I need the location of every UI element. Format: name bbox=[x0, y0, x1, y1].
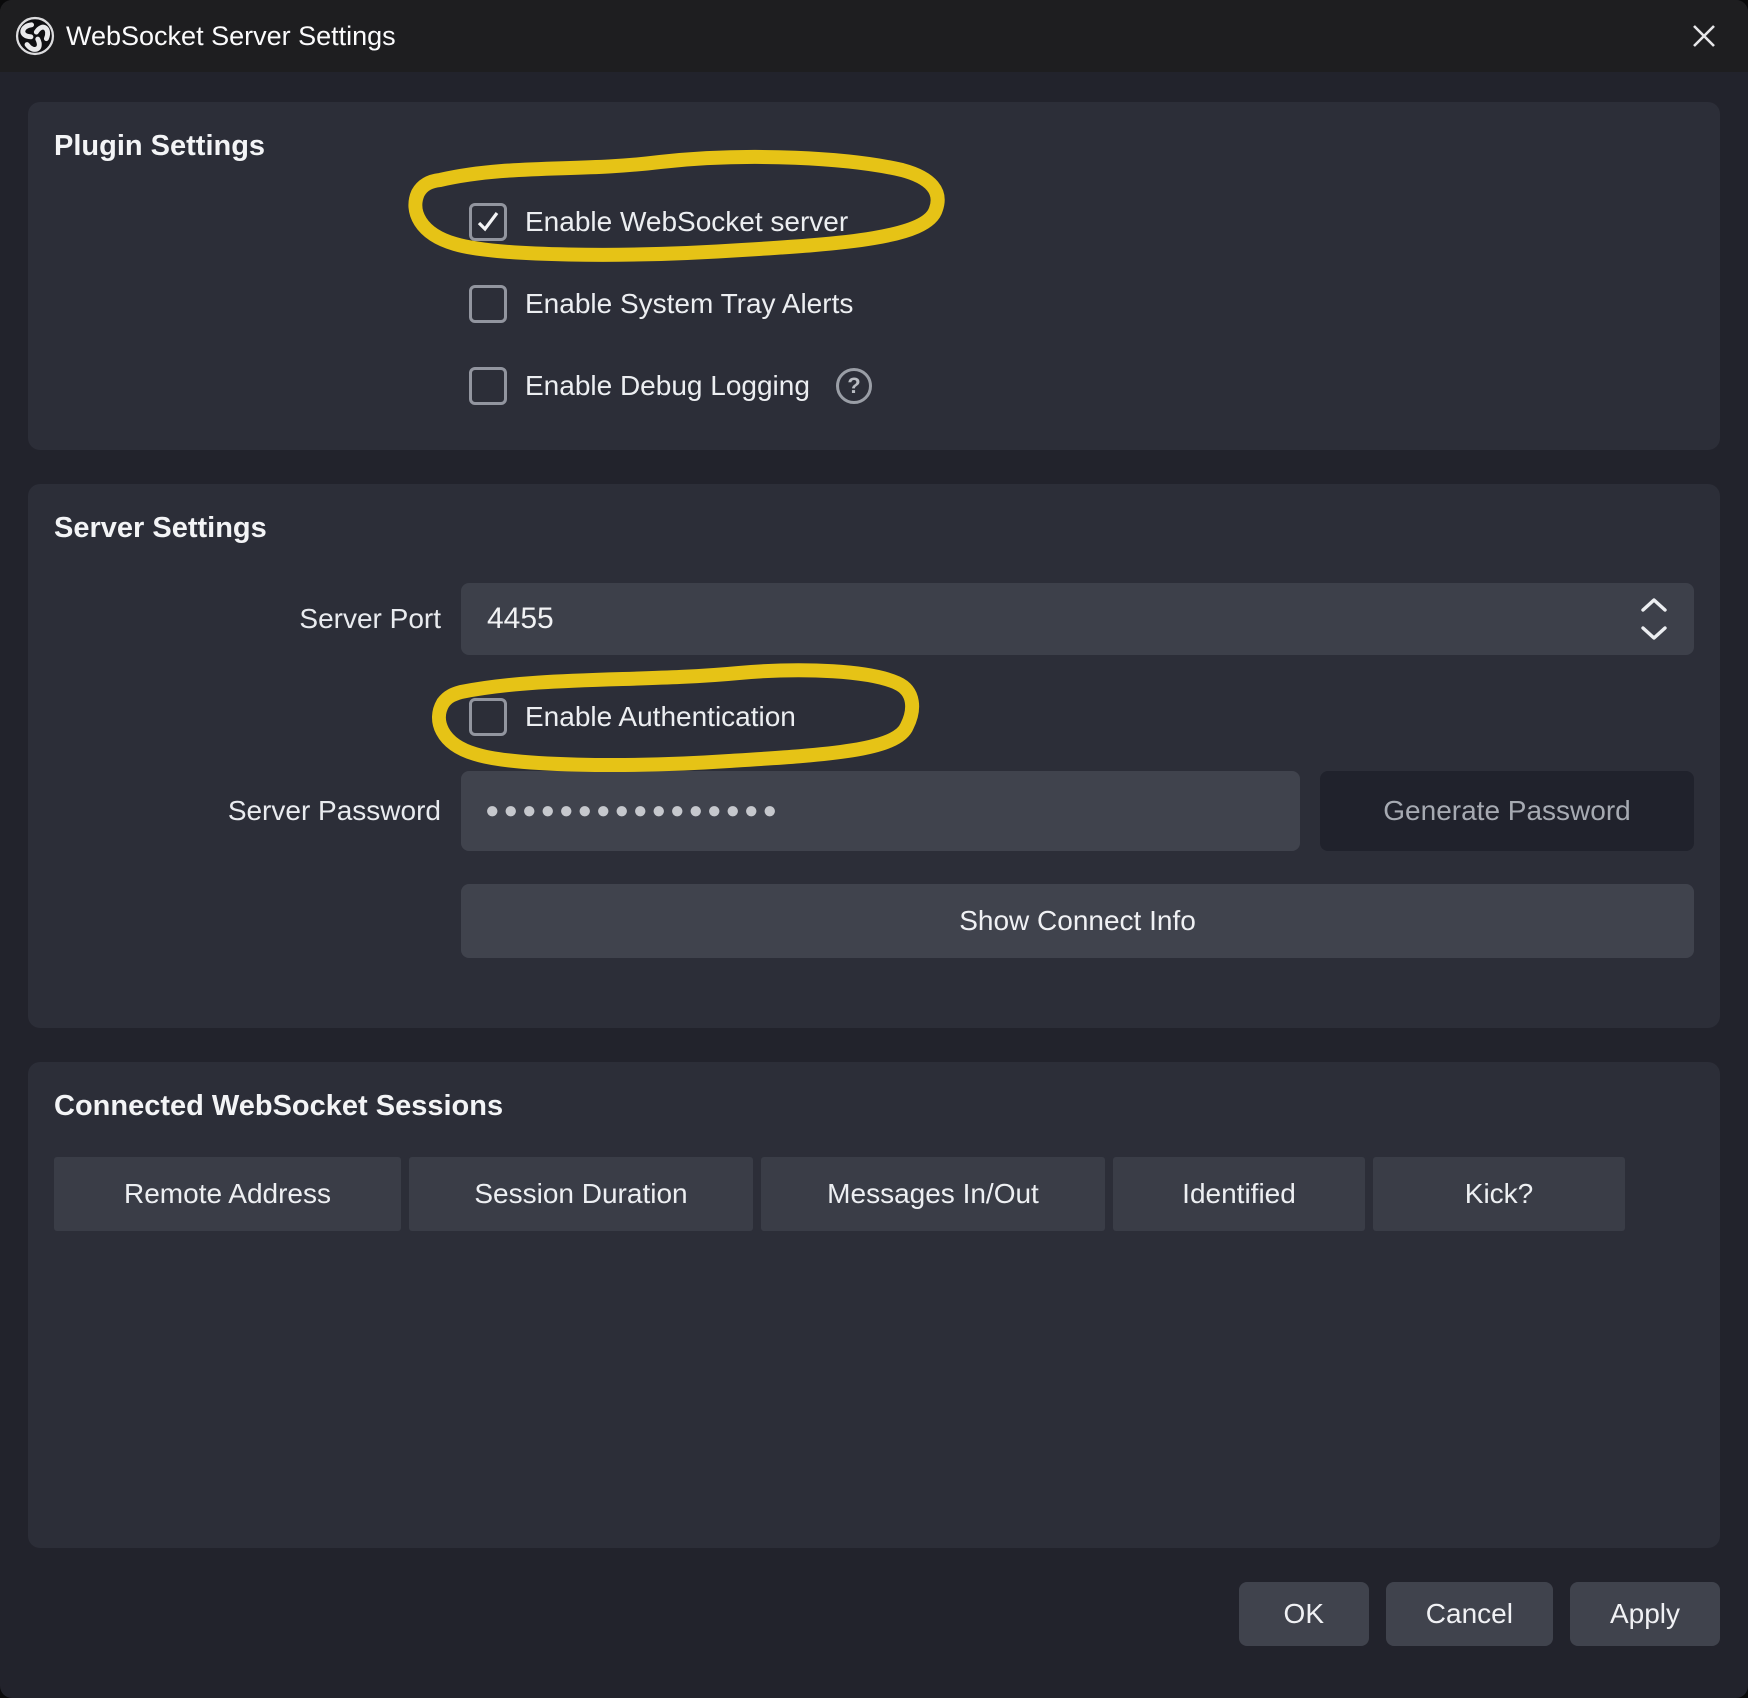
port-spinner bbox=[1640, 583, 1668, 655]
enable-debug-logging-label: Enable Debug Logging bbox=[525, 370, 810, 402]
plugin-settings-section: Plugin Settings Enable WebSocket server … bbox=[28, 102, 1720, 450]
enable-authentication-checkbox-row[interactable]: Enable Authentication bbox=[469, 693, 1694, 741]
enable-authentication-label: Enable Authentication bbox=[525, 701, 796, 733]
apply-button[interactable]: Apply bbox=[1570, 1582, 1720, 1646]
dialog-content: Plugin Settings Enable WebSocket server … bbox=[0, 72, 1748, 1646]
ok-button[interactable]: OK bbox=[1239, 1582, 1369, 1646]
column-header-identified[interactable]: Identified bbox=[1113, 1157, 1365, 1231]
checkbox-unchecked-icon bbox=[469, 285, 507, 323]
checkbox-unchecked-icon bbox=[469, 698, 507, 736]
enable-system-tray-alerts-checkbox-row[interactable]: Enable System Tray Alerts bbox=[469, 280, 1694, 328]
close-icon bbox=[1690, 22, 1718, 50]
server-port-row: Server Port 4455 bbox=[54, 583, 1694, 655]
dialog-footer: OK Cancel Apply bbox=[28, 1582, 1720, 1646]
server-settings-heading: Server Settings bbox=[54, 510, 1694, 546]
server-password-row: Server Password ●●●●●●●●●●●●●●●● Generat… bbox=[54, 771, 1694, 851]
auth-rows: Enable Authentication bbox=[54, 693, 1694, 741]
server-password-masked-value: ●●●●●●●●●●●●●●●● bbox=[485, 797, 781, 825]
connected-sessions-heading: Connected WebSocket Sessions bbox=[54, 1088, 1694, 1124]
port-increment-button[interactable] bbox=[1640, 597, 1668, 612]
server-password-label: Server Password bbox=[54, 795, 441, 827]
plugin-settings-rows: Enable WebSocket server Enable System Tr… bbox=[54, 198, 1694, 410]
show-connect-info-row: Show Connect Info bbox=[54, 884, 1694, 958]
checkbox-unchecked-icon bbox=[469, 367, 507, 405]
server-password-input[interactable]: ●●●●●●●●●●●●●●●● bbox=[461, 771, 1300, 851]
enable-system-tray-alerts-label: Enable System Tray Alerts bbox=[525, 288, 853, 320]
enable-websocket-server-label: Enable WebSocket server bbox=[525, 206, 848, 238]
plugin-settings-heading: Plugin Settings bbox=[54, 128, 1694, 164]
show-connect-info-button[interactable]: Show Connect Info bbox=[461, 884, 1694, 958]
websocket-server-settings-dialog: WebSocket Server Settings Plugin Setting… bbox=[0, 0, 1748, 1698]
obs-logo-icon bbox=[14, 15, 56, 57]
sessions-table-header: Remote Address Session Duration Messages… bbox=[54, 1157, 1694, 1231]
window-title: WebSocket Server Settings bbox=[66, 21, 396, 52]
column-header-messages-in-out[interactable]: Messages In/Out bbox=[761, 1157, 1105, 1231]
titlebar: WebSocket Server Settings bbox=[0, 0, 1748, 72]
column-header-remote-address[interactable]: Remote Address bbox=[54, 1157, 401, 1231]
connected-sessions-section: Connected WebSocket Sessions Remote Addr… bbox=[28, 1062, 1720, 1548]
checkbox-checked-icon bbox=[469, 203, 507, 241]
enable-debug-logging-checkbox-row[interactable]: Enable Debug Logging ? bbox=[469, 362, 1694, 410]
column-header-session-duration[interactable]: Session Duration bbox=[409, 1157, 753, 1231]
server-settings-section: Server Settings Server Port 4455 bbox=[28, 484, 1720, 1028]
cancel-button[interactable]: Cancel bbox=[1386, 1582, 1553, 1646]
close-button[interactable] bbox=[1682, 14, 1726, 58]
port-decrement-button[interactable] bbox=[1640, 626, 1668, 641]
generate-password-button[interactable]: Generate Password bbox=[1320, 771, 1694, 851]
server-port-value: 4455 bbox=[487, 602, 554, 636]
enable-websocket-server-checkbox-row[interactable]: Enable WebSocket server bbox=[469, 198, 1694, 246]
column-header-kick[interactable]: Kick? bbox=[1373, 1157, 1625, 1231]
help-icon[interactable]: ? bbox=[836, 368, 872, 404]
server-port-label: Server Port bbox=[54, 603, 441, 635]
server-port-input[interactable]: 4455 bbox=[461, 583, 1694, 655]
